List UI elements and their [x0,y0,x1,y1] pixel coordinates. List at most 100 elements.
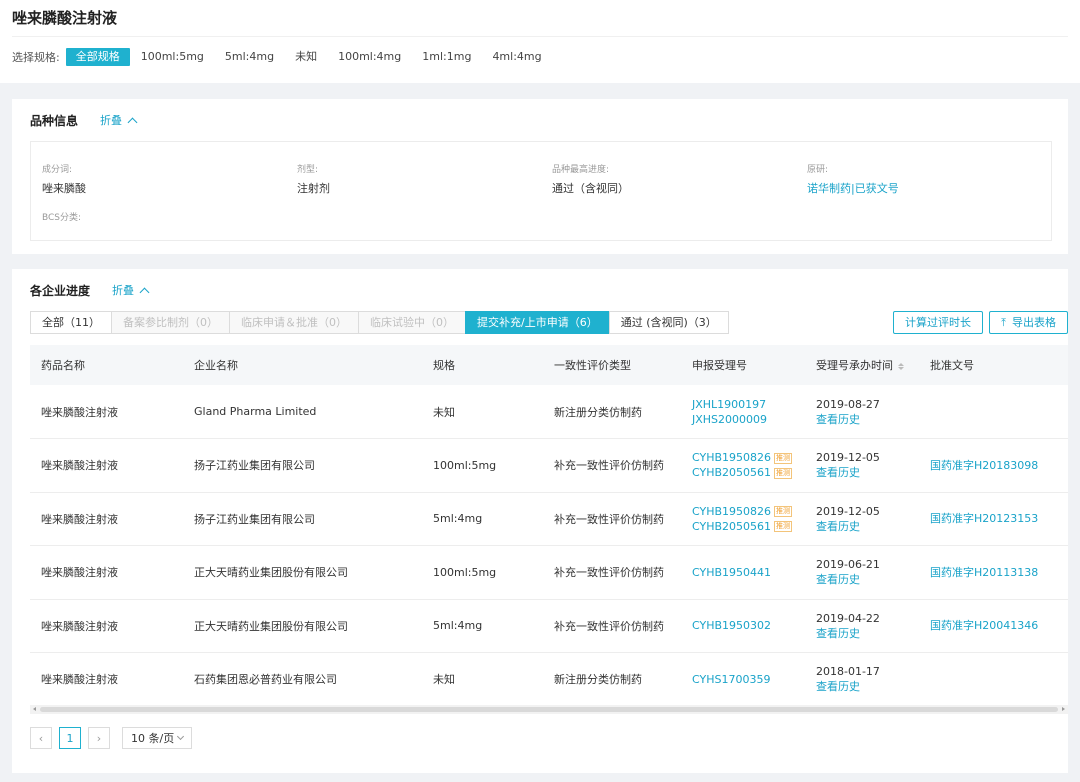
accept-no-link[interactable]: CYHB1950302 [692,618,805,633]
col-spec: 规格 [422,345,543,385]
accept-no-link[interactable]: CYHB1950826 推测 [692,450,805,465]
scroll-thumb[interactable] [40,707,1058,712]
accept-no-link[interactable]: CYHS1700359 [692,672,805,687]
accept-no-text: CYHB2050561 [692,519,772,533]
export-table-button[interactable]: ⤒ 导出表格 [989,311,1068,334]
next-page-button[interactable]: › [88,727,110,749]
spec-option[interactable]: 1ml:1mg [412,48,481,66]
cell-approval: 国药准字H20183098 [919,438,1068,493]
progress-fold-toggle[interactable]: 折叠 [112,282,150,298]
col-type: 一致性评价类型 [543,345,681,385]
page-size-select[interactable]: 10 条/页 [122,727,193,749]
accept-no-link[interactable]: CYHB1950441 [692,565,805,580]
field-label: 成分词: [42,165,73,175]
view-history-link[interactable]: 查看历史 [816,519,919,534]
pagination: ‹ 1 › 10 条/页 [30,727,193,749]
approval-link[interactable]: 国药准字H20113138 [930,565,1068,580]
spec-option[interactable]: 5ml:4mg [215,48,284,66]
spec-option[interactable]: 全部规格 [65,48,130,66]
inferred-tag: 推测 [774,506,793,518]
field-label: 品种最高进度: [552,165,610,175]
table-row: 唑来膦酸注射液 扬子江药业集团有限公司 5ml:4mg 补充一致性评价仿制药 C… [30,492,1068,546]
field-originator: 原研: 诺华制药|已获文号 [807,162,899,196]
view-history-link[interactable]: 查看历史 [816,412,919,427]
cell-accept-date: 2019-08-27 查看历史 [805,385,919,439]
field-label: BCS分类: [42,213,82,223]
field-label: 剂型: [297,165,319,175]
field-value: 通过（含视同） [552,182,629,195]
prev-page-button[interactable]: ‹ [30,727,52,749]
view-history-link[interactable]: 查看历史 [816,626,919,641]
accept-date: 2019-04-22 [816,611,880,625]
cell-type: 补充一致性评价仿制药 [543,492,681,546]
col-drug: 药品名称 [30,345,183,385]
variety-fold-toggle[interactable]: 折叠 [100,112,138,128]
cell-drug: 唑来膦酸注射液 [30,492,183,546]
horizontal-scrollbar[interactable] [30,705,1068,714]
field-highest-progress: 品种最高进度: 通过（含视同） [552,162,629,196]
accept-no-link[interactable]: JXHL1900197 [692,397,805,412]
cell-drug: 唑来膦酸注射液 [30,652,183,707]
accept-date: 2019-08-27 [816,397,880,411]
cell-approval: 国药准字H20041346 [919,599,1068,653]
field-label: 原研: [807,165,829,175]
view-history-link[interactable]: 查看历史 [816,679,919,694]
scroll-left-arrow-icon[interactable] [33,707,36,711]
cell-accept-date: 2019-12-05 查看历史 [805,438,919,493]
accept-no-text: CYHB1950826 [692,451,772,465]
company-progress-card: 各企业进度 折叠 全部（11） 备案参比制剂（0） 临床申请＆批准（0） 临床试验中（… [12,269,1068,773]
cell-company: 正大天晴药业集团股份有限公司 [183,545,422,600]
tab-progress-5[interactable]: 通过 (含视同)（3） [608,311,729,334]
cell-approval: 国药准字H20123153 [919,492,1068,546]
table-row: 唑来膦酸注射液 石药集团恩必普药业有限公司 未知 新注册分类仿制药 CYHS17… [30,652,1068,707]
cell-drug: 唑来膦酸注射液 [30,599,183,653]
cell-drug: 唑来膦酸注射液 [30,385,183,439]
spec-option[interactable]: 100ml:4mg [328,48,411,66]
spec-option[interactable]: 100ml:5mg [131,48,214,66]
chevron-up-icon [127,117,138,127]
accept-no-link[interactable]: CYHB2050561 推测 [692,519,805,534]
spec-filter: 选择规格: 全部规格 100ml:5mg 5ml:4mg 未知 100ml:4mg 1ml… [12,37,1068,77]
accept-no-link[interactable]: CYHB2050561 推测 [692,465,805,480]
accept-date: 2019-12-05 [816,451,880,465]
cell-spec: 未知 [422,652,543,707]
spec-option[interactable]: 未知 [285,48,327,66]
accept-no-text: CYHS1700359 [692,672,771,686]
accept-no-link[interactable]: CYHB1950826 推测 [692,504,805,519]
cell-approval: 国药准字H20113138 [919,545,1068,600]
chevron-up-icon [139,287,150,297]
approval-link[interactable]: 国药准字H20183098 [930,458,1068,473]
cell-drug: 唑来膦酸注射液 [30,545,183,600]
col-accept-date[interactable]: 受理号承办时间 [805,345,919,385]
variety-info-header: 品种信息 折叠 [12,99,1068,141]
accept-no-text: CYHB1950302 [692,619,772,633]
cell-type: 补充一致性评价仿制药 [543,599,681,653]
sort-icon[interactable] [898,362,904,370]
approval-link[interactable]: 国药准字H20123153 [930,511,1068,526]
tab-progress-4[interactable]: 提交补充/上市申请（6） [465,311,610,334]
spec-option[interactable]: 4ml:4mg [482,48,551,66]
field-ingredient: 成分词: 唑来膦酸 [42,162,86,196]
progress-table-wrap: 药品名称 企业名称 规格 一致性评价类型 申报受理号 受理号承办时间 批准文号 … [30,345,1068,715]
accept-no-link[interactable]: JXHS2000009 [692,412,805,427]
inferred-tag: 推测 [774,521,793,533]
view-history-link[interactable]: 查看历史 [816,572,919,587]
variety-info-box: 成分词: 唑来膦酸 剂型: 注射剂 品种最高进度: 通过（含视同） 原研: 诺华… [30,141,1052,241]
calc-duration-button[interactable]: 计算过评时长 [893,311,983,334]
tab-progress-0[interactable]: 全部（11） [30,311,112,334]
col-accept-date-label: 受理号承办时间 [816,359,893,372]
cell-company: 扬子江药业集团有限公司 [183,492,422,546]
originator-link[interactable]: 诺华制药|已获文号 [807,180,899,196]
approval-link[interactable]: 国药准字H20041346 [930,618,1068,633]
view-history-link[interactable]: 查看历史 [816,465,919,480]
scroll-right-arrow-icon[interactable] [1062,707,1065,711]
table-body: 唑来膦酸注射液 Gland Pharma Limited 未知 新注册分类仿制药… [30,385,1068,707]
cell-accept-date: 2019-12-05 查看历史 [805,492,919,546]
cell-approval [919,385,1068,439]
col-accept-no: 申报受理号 [681,345,805,385]
page-1-button[interactable]: 1 [59,727,81,749]
tab-progress-2: 临床申请＆批准（0） [229,311,359,334]
accept-date: 2019-06-21 [816,558,880,572]
cell-accept-no: CYHB1950826 推测 CYHB2050561 推测 [681,492,805,546]
cell-spec: 未知 [422,385,543,439]
